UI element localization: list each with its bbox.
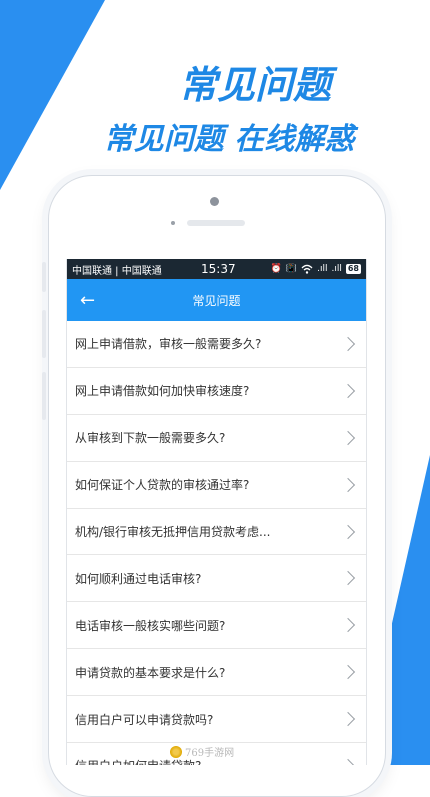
faq-list-item[interactable]: 申请贷款的基本要求是什么? [67,649,366,697]
phone-sensor-icon [171,221,175,225]
clock: 15:37 [201,262,236,276]
faq-list: 网上申请借款，审核一般需要多久? 网上申请借款如何加快审核速度? 从审核到下款一般需… [67,321,366,765]
battery-icon: 68 [345,264,361,274]
faq-question-text: 机构/银行审核无抵押信用贷款考虑... [75,525,271,539]
carrier-label: 中国联通 | 中国联通 [72,265,162,277]
phone-volume-button [42,262,46,292]
faq-list-item[interactable]: 网上申请借款如何加快审核速度? [67,368,366,415]
watermark: 769手游网 [170,744,234,759]
watermark-text: 769手游网 [185,748,235,759]
alarm-icon: ⏰ [270,264,282,274]
chevron-right-icon [340,665,356,680]
nav-bar: ← 常见问题 [67,279,366,321]
chevron-right-icon [340,758,356,765]
faq-question-text: 信用白户可以申请贷款吗? [75,712,214,727]
phone-screen: 中国联通 | 中国联通 15:37 ⏰ 📳 .ıll .ıll 68 ← 常见问… [66,259,367,765]
back-arrow-icon[interactable]: ← [80,279,104,321]
chevron-right-icon [340,571,356,586]
faq-question-text: 如何顺利通过电话审核? [75,571,202,586]
faq-list-item[interactable]: 信用白户可以申请贷款吗? [67,696,366,744]
wifi-icon [301,264,313,274]
faq-question-text: 电话审核一般核实哪些问题? [75,618,226,633]
chevron-right-icon [340,618,356,633]
phone-speaker [187,220,245,226]
chevron-right-icon [340,711,356,727]
faq-question-text: 网上申请借款如何加快审核速度? [75,384,250,399]
phone-volume-button [42,372,46,420]
chevron-right-icon [340,477,356,492]
faq-list-item[interactable]: 网上申请借款，审核一般需要多久? [67,321,366,368]
chevron-right-icon [340,336,356,352]
chevron-right-icon [340,430,356,445]
faq-list-item[interactable]: 从审核到下款一般需要多久? [67,415,366,462]
faq-question-text: 如何保证个人贷款的审核通过率? [75,478,250,493]
chevron-right-icon [340,383,356,398]
vibrate-icon: 📳 [285,264,298,274]
faq-question-text: 申请贷款的基本要求是什么? [75,665,226,680]
chevron-right-icon [340,524,356,539]
faq-question-text: 网上申请借款，审核一般需要多久? [75,337,262,352]
faq-list-item[interactable]: 电话审核一般核实哪些问题? [67,602,366,650]
signal-icon: .ıll [317,264,328,274]
faq-list-item[interactable]: 机构/银行审核无抵押信用贷款考虑... [67,509,366,556]
status-icons: ⏰ 📳 .ıll .ıll 68 [271,264,361,274]
signal-icon: .ıll [331,264,342,274]
faq-list-item[interactable]: 如何顺利通过电话审核? [67,555,366,603]
phone-camera-icon [210,197,219,206]
faq-list-item[interactable]: 如何保证个人贷款的审核通过率? [67,462,366,509]
promo-subtitle: 常见问题 在线解惑 [103,122,355,157]
promo-title: 常见问题 [178,63,331,107]
faq-question-text: 从审核到下款一般需要多久? [75,431,226,446]
phone-volume-button [42,310,46,358]
page-title: 常见问题 [192,293,241,308]
watermark-logo-icon [170,745,182,758]
status-bar: 中国联通 | 中国联通 15:37 ⏰ 📳 .ıll .ıll 68 [67,259,366,279]
